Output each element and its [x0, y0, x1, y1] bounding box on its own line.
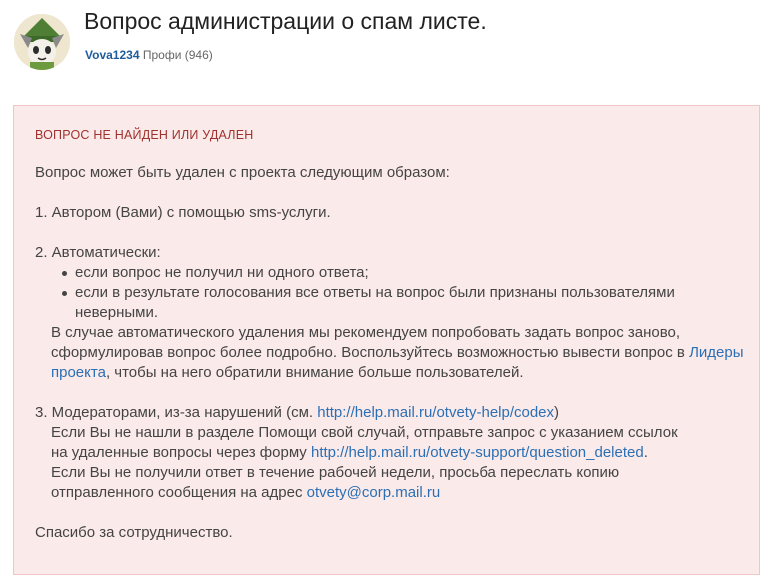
- email-link[interactable]: otvety@corp.mail.ru: [307, 484, 441, 501]
- author-line: Vova1234 Профи (946): [85, 48, 213, 62]
- reason-author: 1. Автором (Вами) с помощью sms-услуги.: [35, 203, 331, 223]
- codex-link[interactable]: http://help.mail.ru/otvety-help/codex: [317, 404, 554, 421]
- notice-heading: ВОПРОС НЕ НАЙДЕН ИЛИ УДАЛЕН: [35, 128, 254, 142]
- reason-automatic: 2. Автоматически: если вопрос не получил…: [35, 243, 744, 383]
- leaders-link-cont[interactable]: проекта: [51, 364, 106, 381]
- avatar[interactable]: [14, 14, 70, 70]
- question-title: Вопрос администрации о спам листе.: [84, 8, 487, 34]
- question-header: Вопрос администрации о спам листе. Vova1…: [0, 0, 766, 90]
- reason-moderators: 3. Модераторами, из-за нарушений (см. ht…: [35, 404, 678, 501]
- intro-text: Вопрос может быть удален с проекта следу…: [35, 164, 450, 181]
- support-form-link[interactable]: http://help.mail.ru/otvety-support/quest…: [311, 444, 644, 461]
- thanks-text: Спасибо за сотрудничество.: [35, 524, 233, 541]
- auto-bullets: если вопрос не получил ни одного ответа;…: [35, 263, 744, 323]
- moderator-details: Если Вы не нашли в разделе Помощи свой с…: [51, 424, 678, 501]
- leaders-link[interactable]: Лидеры: [689, 344, 743, 361]
- author-name-link[interactable]: Vova1234: [85, 48, 140, 62]
- deleted-notice: ВОПРОС НЕ НАЙДЕН ИЛИ УДАЛЕН Вопрос может…: [13, 105, 760, 575]
- notice-intro: Вопрос может быть удален с проекта следу…: [35, 163, 450, 183]
- thanks: Спасибо за сотрудничество.: [35, 523, 233, 543]
- author-rank: Профи (946): [142, 48, 213, 62]
- avatar-image: [14, 14, 70, 70]
- reason-1-text: 1. Автором (Вами) с помощью sms-услуги.: [35, 204, 331, 221]
- auto-recommendation: В случае автоматического удаления мы рек…: [51, 324, 744, 381]
- bullet-no-answers: если вопрос не получил ни одного ответа;: [35, 263, 744, 283]
- bullet-voting: если в результате голосования все ответы…: [35, 283, 744, 323]
- reason-2-title: 2. Автоматически:: [35, 244, 161, 261]
